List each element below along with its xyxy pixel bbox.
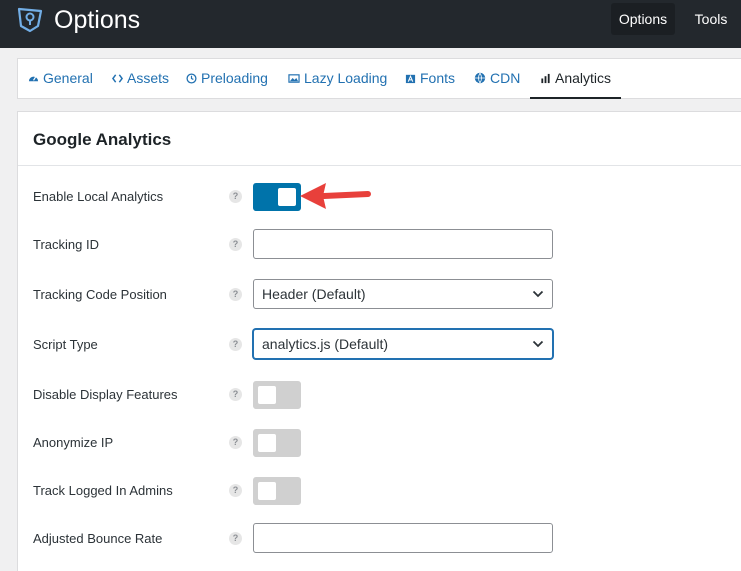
tab-label: Analytics: [555, 70, 612, 86]
select-value: analytics.js (Default): [262, 336, 389, 352]
tab-preloading[interactable]: Preloading: [186, 59, 268, 99]
help-icon[interactable]: ?: [229, 484, 242, 497]
help-icon[interactable]: ?: [229, 338, 242, 351]
field-label: Track Logged In Admins: [33, 483, 173, 498]
section-divider: [18, 165, 741, 166]
help-icon[interactable]: ?: [229, 436, 242, 449]
tab-lazy-loading[interactable]: Lazy Loading: [288, 59, 387, 99]
top-bar: Options Options Tools: [0, 0, 741, 48]
toggle-knob: [258, 386, 276, 404]
row-script-type: Script Type ? analytics.js (Default): [18, 328, 741, 362]
clock-icon: [186, 73, 197, 84]
chevron-down-icon: [532, 290, 544, 298]
tab-label: Assets: [127, 70, 170, 86]
annotation-arrow-icon: [300, 183, 371, 209]
analytics-settings-panel: Google Analytics Enable Local Analytics …: [17, 111, 741, 571]
toggle-knob: [258, 434, 276, 452]
tab-assets[interactable]: Assets: [112, 59, 169, 99]
field-label: Tracking ID: [33, 237, 99, 252]
field-label: Adjusted Bounce Rate: [33, 531, 163, 546]
tab-cdn[interactable]: CDN: [474, 59, 520, 99]
help-icon[interactable]: ?: [229, 238, 242, 251]
tab-label: Preloading: [201, 70, 268, 86]
field-label: Anonymize IP: [33, 435, 114, 450]
logo-icon: [17, 7, 43, 33]
row-anonymize-ip: Anonymize IP ?: [18, 426, 741, 460]
row-tracking-code-position: Tracking Code Position ? Header (Default…: [18, 278, 741, 312]
chevron-down-icon: [532, 340, 544, 348]
options-button[interactable]: Options: [611, 3, 675, 35]
adjusted-bounce-rate-input[interactable]: [253, 523, 553, 553]
help-icon[interactable]: ?: [229, 288, 242, 301]
tracking-id-input[interactable]: [253, 229, 553, 259]
row-tracking-id: Tracking ID ?: [18, 228, 741, 262]
bar-chart-icon: [541, 73, 550, 84]
dashboard-icon: [28, 76, 39, 82]
globe-icon: [474, 72, 486, 84]
tab-fonts[interactable]: Fonts: [405, 59, 455, 99]
tools-button[interactable]: Tools: [684, 3, 738, 35]
tab-bar: General Assets Preloading Lazy Loading F…: [17, 58, 741, 99]
row-adjusted-bounce-rate: Adjusted Bounce Rate ?: [18, 522, 741, 556]
field-label: Tracking Code Position: [33, 287, 167, 302]
tracking-code-position-select[interactable]: Header (Default): [253, 279, 553, 309]
help-icon[interactable]: ?: [229, 532, 242, 545]
field-label: Enable Local Analytics: [33, 189, 164, 204]
track-logged-in-admins-toggle[interactable]: [253, 477, 301, 505]
page-title: Options: [54, 6, 141, 34]
tab-label: CDN: [490, 70, 521, 86]
tab-analytics[interactable]: Analytics: [530, 59, 622, 99]
tab-label: Lazy Loading: [304, 70, 388, 86]
script-type-select[interactable]: analytics.js (Default): [253, 329, 553, 359]
image-icon: [288, 74, 300, 83]
toggle-knob: [258, 482, 276, 500]
code-icon: [112, 74, 123, 83]
tab-label: General: [43, 70, 93, 86]
tab-label: Fonts: [420, 70, 456, 86]
help-icon[interactable]: ?: [229, 388, 242, 401]
anonymize-ip-toggle[interactable]: [253, 429, 301, 457]
row-track-logged-in-admins: Track Logged In Admins ?: [18, 474, 741, 508]
help-icon[interactable]: ?: [229, 190, 242, 203]
select-value: Header (Default): [262, 286, 366, 302]
row-disable-display-features: Disable Display Features ?: [18, 378, 741, 412]
row-enable-local-analytics: Enable Local Analytics ?: [18, 180, 741, 214]
section-title: Google Analytics: [33, 130, 172, 149]
disable-display-features-toggle[interactable]: [253, 381, 301, 409]
font-icon: [405, 74, 416, 84]
field-label: Disable Display Features: [33, 387, 178, 402]
field-label: Script Type: [33, 337, 98, 352]
tab-general[interactable]: General: [28, 59, 93, 99]
